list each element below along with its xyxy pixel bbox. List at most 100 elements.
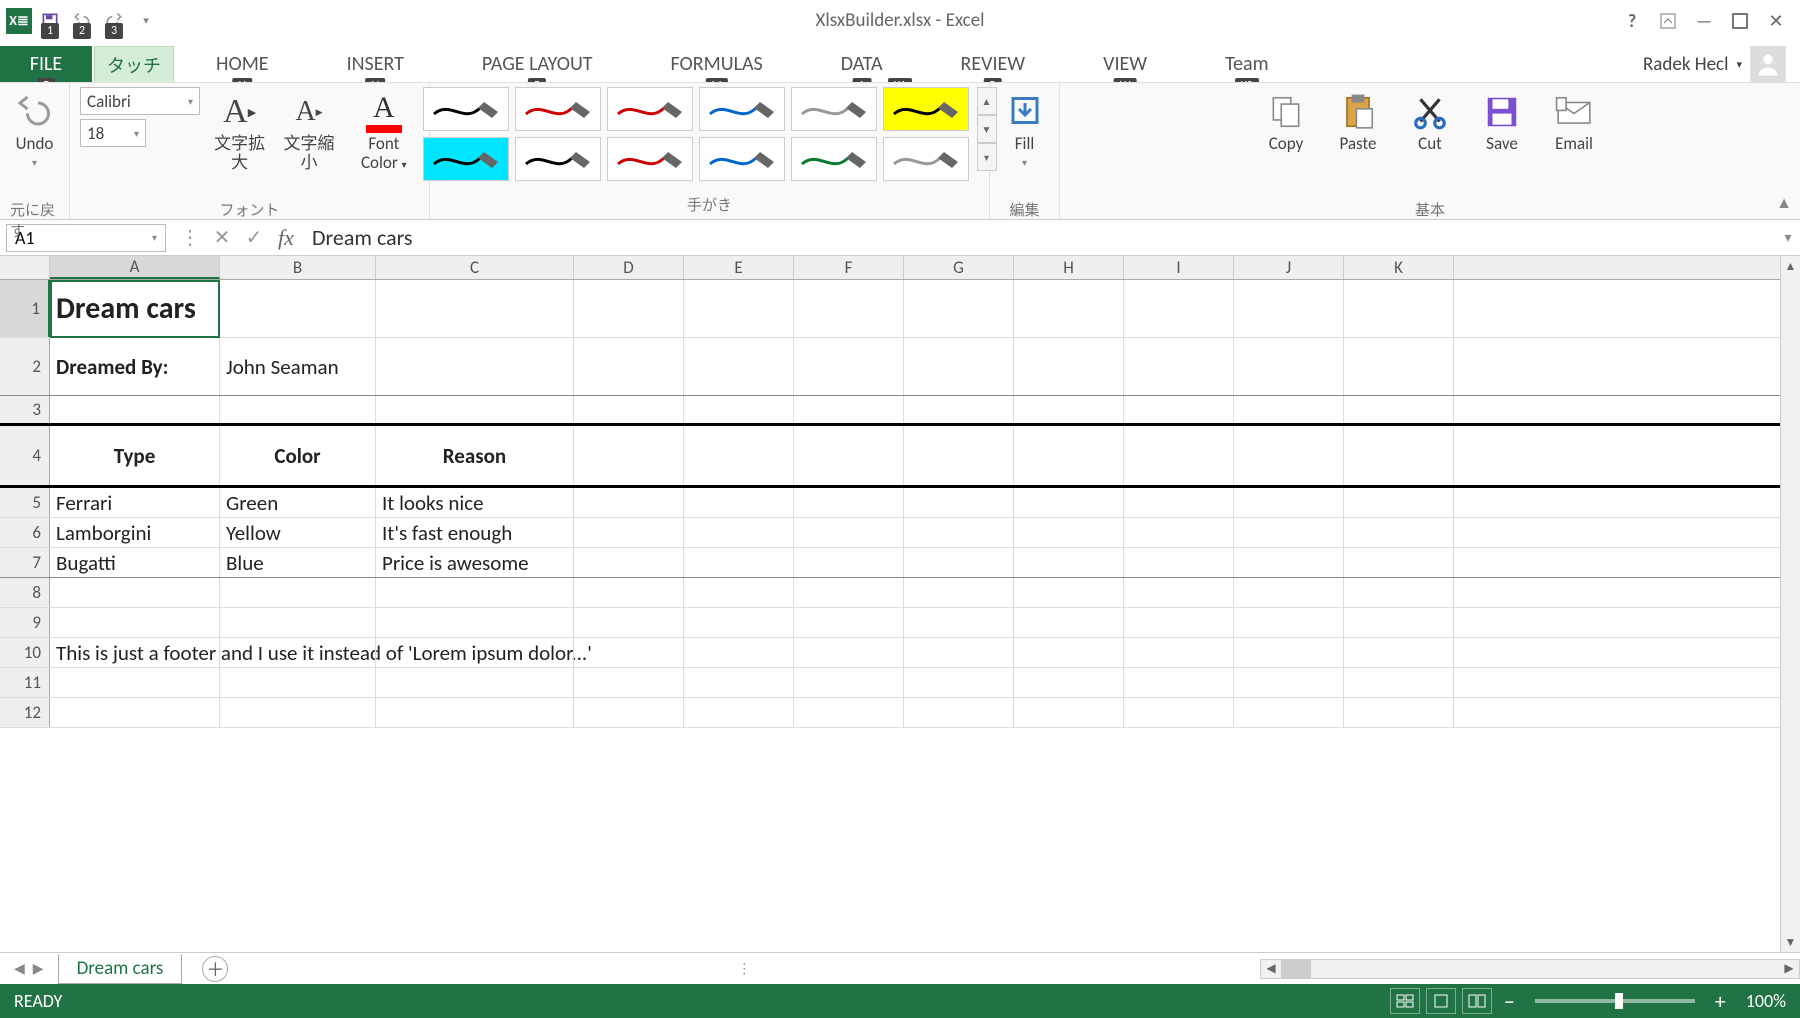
row-header[interactable]: 1 — [0, 280, 50, 337]
row-header[interactable]: 12 — [0, 698, 50, 727]
sheet-tab-active[interactable]: Dream cars — [58, 954, 183, 984]
cell[interactable] — [1344, 338, 1454, 395]
cell[interactable] — [50, 396, 220, 423]
row-header[interactable]: 9 — [0, 608, 50, 637]
cell[interactable] — [574, 638, 684, 667]
row-header[interactable]: 8 — [0, 578, 50, 607]
qat-save-button[interactable]: 1 — [36, 7, 64, 35]
cell[interactable] — [1124, 338, 1234, 395]
cell[interactable]: Price is awesome — [376, 548, 574, 577]
font-enlarge-button[interactable]: A▶ 文字拡大 — [210, 87, 269, 197]
cell[interactable] — [1014, 518, 1124, 547]
row-header[interactable]: 4 — [0, 426, 50, 485]
cell[interactable] — [1344, 638, 1454, 667]
column-headers[interactable]: ABCDEFGHIJK — [0, 256, 1800, 280]
cut-button[interactable]: Cut — [1403, 87, 1457, 197]
font-color-button[interactable]: A Font Color ▾ — [349, 87, 419, 197]
fill-button[interactable]: Fill ▾ — [998, 87, 1052, 197]
pen-swatch[interactable] — [607, 87, 693, 131]
cell[interactable] — [220, 396, 376, 423]
cell[interactable] — [794, 338, 904, 395]
cell[interactable] — [1014, 426, 1124, 485]
tab-data[interactable]: DATAA — [823, 46, 901, 82]
qat-undo-button[interactable]: 2 — [68, 7, 96, 35]
cell[interactable] — [220, 608, 376, 637]
column-header[interactable]: I — [1124, 256, 1234, 279]
cell[interactable] — [904, 396, 1014, 423]
cell[interactable] — [1344, 518, 1454, 547]
minimize-button[interactable]: — — [1690, 7, 1718, 35]
cell[interactable] — [376, 338, 574, 395]
cell[interactable] — [1124, 548, 1234, 577]
cell[interactable] — [794, 396, 904, 423]
cell[interactable] — [1234, 578, 1344, 607]
grid-rows[interactable]: 1Dream cars2Dreamed By:John Seaman34Type… — [0, 280, 1800, 952]
zoom-out-button[interactable]: − — [1498, 988, 1521, 1015]
scroll-down-button[interactable]: ▼ — [1781, 932, 1800, 952]
horizontal-scrollbar[interactable]: ◀ ▶ — [1260, 959, 1800, 979]
cell[interactable] — [220, 638, 376, 667]
cell[interactable] — [1234, 668, 1344, 697]
cell[interactable] — [1234, 548, 1344, 577]
enter-formula-button[interactable]: ✓ — [238, 222, 270, 254]
cell[interactable] — [574, 280, 684, 337]
pen-swatch[interactable] — [791, 137, 877, 181]
cell[interactable] — [1344, 668, 1454, 697]
cell[interactable] — [904, 338, 1014, 395]
cell[interactable] — [376, 578, 574, 607]
cell[interactable] — [684, 280, 794, 337]
row-header[interactable]: 7 — [0, 548, 50, 577]
cell[interactable] — [1014, 608, 1124, 637]
cell[interactable]: It's fast enough — [376, 518, 574, 547]
row-header[interactable]: 11 — [0, 668, 50, 697]
column-header[interactable]: D — [574, 256, 684, 279]
pen-swatch[interactable] — [423, 87, 509, 131]
cell[interactable]: Color — [220, 426, 376, 485]
font-size-combo[interactable]: 18▾ — [80, 119, 146, 147]
cell[interactable] — [904, 548, 1014, 577]
vertical-scrollbar[interactable]: ▲ ▼ — [1780, 256, 1800, 952]
save-button[interactable]: Save — [1475, 87, 1529, 197]
cell[interactable]: Green — [220, 488, 376, 517]
font-shrink-button[interactable]: A▶ 文字縮小 — [279, 87, 338, 197]
cell[interactable] — [1014, 396, 1124, 423]
pen-swatch[interactable] — [883, 87, 969, 131]
cell[interactable] — [684, 488, 794, 517]
cell[interactable] — [794, 426, 904, 485]
select-all-corner[interactable] — [0, 256, 50, 279]
help-button[interactable]: ? — [1618, 7, 1646, 35]
cell[interactable] — [1014, 488, 1124, 517]
cell[interactable] — [50, 668, 220, 697]
sheet-nav-prev[interactable]: ◀ — [14, 960, 25, 977]
cell[interactable] — [1124, 396, 1234, 423]
tab-home[interactable]: HOMEH — [198, 46, 287, 82]
cell[interactable] — [1014, 638, 1124, 667]
cell[interactable]: Reason — [376, 426, 574, 485]
cell[interactable] — [1344, 488, 1454, 517]
maximize-button[interactable] — [1726, 7, 1754, 35]
row-header[interactable]: 6 — [0, 518, 50, 547]
column-header[interactable]: E — [684, 256, 794, 279]
cell[interactable] — [1014, 668, 1124, 697]
pen-swatch[interactable] — [699, 137, 785, 181]
pen-swatch[interactable] — [423, 137, 509, 181]
cell[interactable] — [904, 578, 1014, 607]
cell[interactable] — [1344, 608, 1454, 637]
view-page-layout-button[interactable] — [1426, 988, 1456, 1014]
cell[interactable]: It looks nice — [376, 488, 574, 517]
pen-swatch[interactable] — [699, 87, 785, 131]
zoom-level[interactable]: 100% — [1746, 990, 1786, 1012]
cell[interactable] — [794, 608, 904, 637]
cell[interactable] — [1124, 698, 1234, 727]
cell[interactable] — [574, 668, 684, 697]
cell[interactable] — [1344, 280, 1454, 337]
fx-button[interactable]: fx — [270, 222, 302, 254]
cell[interactable] — [574, 578, 684, 607]
cell[interactable] — [684, 668, 794, 697]
cell[interactable] — [684, 548, 794, 577]
formula-input[interactable]: Dream cars — [302, 224, 1776, 252]
cell[interactable] — [684, 396, 794, 423]
cell[interactable] — [794, 488, 904, 517]
cell[interactable] — [684, 518, 794, 547]
row-header[interactable]: 3 — [0, 396, 50, 423]
